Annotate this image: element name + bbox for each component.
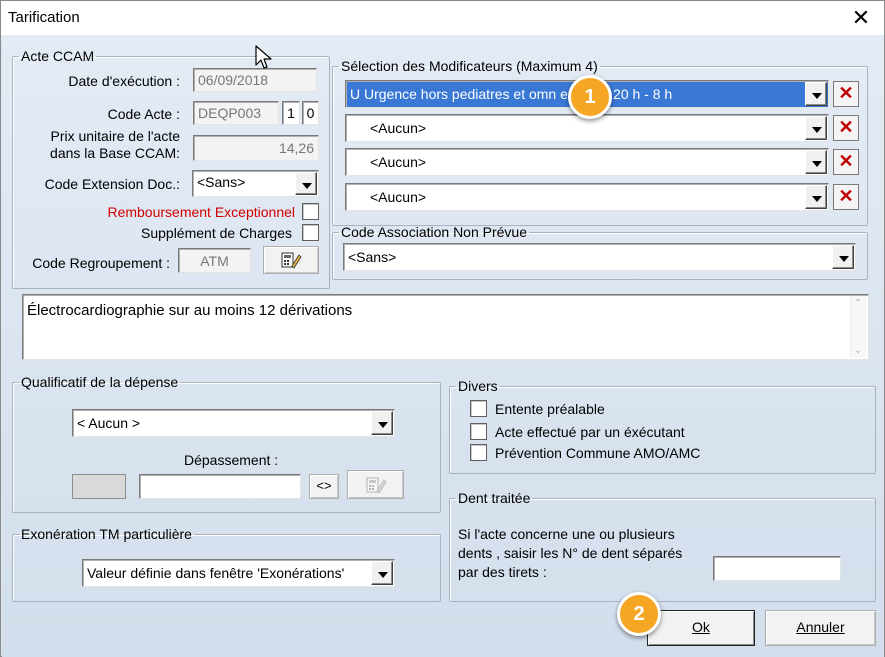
tarification-window: Tarification ✕ Acte CCAM Date d'exécutio… [0,0,885,657]
code-acte-field[interactable]: DEQP003 [193,101,279,125]
supplement-charges-checkbox[interactable] [302,224,319,241]
entente-prealable-checkbox[interactable] [470,400,487,417]
dent-legend: Dent traitée [458,490,531,506]
calculator-edit-icon [366,477,387,494]
code-acte-label: Code Acte : [107,106,180,122]
close-icon: ✕ [851,5,871,30]
acte-description-textarea[interactable]: Électrocardiographie sur au moins 12 dér… [22,294,869,360]
depassement-field[interactable] [139,474,301,499]
qualificatif-select[interactable]: < Aucun > [72,409,395,437]
delete-x-icon: ✕ [838,117,854,137]
prix-unitaire-field[interactable]: 14,26 [193,135,319,161]
acte-description-text: Électrocardiographie sur au moins 12 dér… [27,302,353,319]
acte-ccam-legend: Acte CCAM [21,48,95,64]
modificateur-select-4[interactable]: <Aucun> [345,183,829,211]
callout-badge-2: 2 [617,592,661,636]
code-acte-activity-field[interactable]: 1 [282,101,300,125]
regroupement-edit-button[interactable] [263,246,319,274]
chevron-down-icon[interactable] [371,561,393,585]
chevron-down-icon[interactable] [805,116,827,140]
modificateur-delete-1[interactable]: ✕ [833,81,859,107]
dent-instruction-line1: Si l'acte concerne une ou plusieurs [458,526,675,542]
dent-numbers-field[interactable] [713,556,841,581]
description-scrollbar[interactable]: ⌃ ⌄ [850,296,867,358]
entente-prealable-label: Entente préalable [495,401,605,417]
qualificatif-value: < Aucun > [77,415,141,431]
prix-unitaire-label-line1: Prix unitaire de l'acte [50,128,180,144]
code-extension-label: Code Extension Doc.: [44,176,180,192]
modificateur-delete-3[interactable]: ✕ [833,149,859,175]
depassement-label: Dépassement : [184,452,279,468]
depassement-edit-button[interactable] [347,470,404,499]
annuler-button-label: Annuler [796,619,845,635]
code-extension-select[interactable]: <Sans> [192,170,319,197]
delete-x-icon: ✕ [838,83,854,103]
dialog-body: Acte CCAM Date d'exécution : 06/09/2018 … [2,35,884,657]
modificateur-value-3: <Aucun> [370,154,427,170]
dent-instruction-line3: par des tirets : [458,564,547,580]
chevron-down-icon[interactable] [295,172,317,195]
prevention-commune-label: Prévention Commune AMO/AMC [495,445,701,461]
chevron-down-icon[interactable] [805,185,827,209]
remboursement-exceptionnel-label: Remboursement Exceptionnel [107,204,295,220]
date-execution-label: Date d'exécution : [68,73,180,89]
association-value: <Sans> [348,249,397,265]
chevron-down-icon[interactable] [371,411,393,435]
prix-unitaire-label-line2: dans la Base CCAM: [50,145,180,161]
exoneration-select[interactable]: Valeur définie dans fenêtre 'Exonération… [82,559,395,587]
exoneration-legend: Exonération TM particulière [21,526,192,542]
code-acte-phase-field[interactable]: 0 [302,101,319,125]
depassement-toggle-button[interactable]: <> [309,474,339,499]
modificateur-value-1: U Urgence hors pediatres et omn ens nuit… [350,86,673,102]
dent-instruction-line2: dents , saisir les N° de dent séparés [458,545,683,561]
ok-button[interactable]: Ok [647,610,755,646]
code-regroupement-label: Code Regroupement : [32,255,170,271]
close-button[interactable]: ✕ [838,1,884,35]
ok-button-label: Ok [692,619,710,635]
exoneration-value: Valeur définie dans fenêtre 'Exonération… [87,565,345,581]
prevention-commune-checkbox[interactable] [470,444,487,461]
supplement-charges-label: Supplément de Charges [141,225,292,241]
modificateur-select-3[interactable]: <Aucun> [345,148,829,176]
calculator-edit-icon [281,252,302,269]
date-execution-field[interactable]: 06/09/2018 [193,68,317,92]
modificateurs-legend: Sélection des Modificateurs (Maximum 4) [341,58,598,74]
association-legend: Code Association Non Prévue [341,224,527,240]
acte-executant-label: Acte effectué par un éxécutant [495,424,685,440]
remboursement-exceptionnel-checkbox[interactable] [302,203,319,220]
acte-executant-checkbox[interactable] [470,423,487,440]
association-select[interactable]: <Sans> [343,243,856,271]
callout-badge-1: 1 [568,75,612,119]
scroll-up-icon[interactable]: ⌃ [854,298,862,309]
depassement-indicator [72,474,126,499]
chevron-down-icon[interactable] [805,82,827,106]
chevron-down-icon[interactable] [805,150,827,174]
chevron-down-icon[interactable] [832,245,854,269]
divers-legend: Divers [458,378,498,394]
delete-x-icon: ✕ [838,186,854,206]
title-bar: Tarification ✕ [1,1,884,35]
qualificatif-legend: Qualificatif de la dépense [21,374,179,390]
scroll-down-icon[interactable]: ⌄ [854,345,862,356]
modificateur-value-2: <Aucun> [370,120,427,136]
annuler-button[interactable]: Annuler [765,610,876,646]
modificateur-delete-4[interactable]: ✕ [833,184,859,210]
mouse-pointer-icon [255,45,272,69]
code-extension-value: <Sans> [197,174,246,190]
modificateur-delete-2[interactable]: ✕ [833,115,859,141]
window-title: Tarification [8,9,80,26]
delete-x-icon: ✕ [838,151,854,171]
code-regroupement-field[interactable]: ATM [178,248,251,273]
modificateur-value-4: <Aucun> [370,189,427,205]
